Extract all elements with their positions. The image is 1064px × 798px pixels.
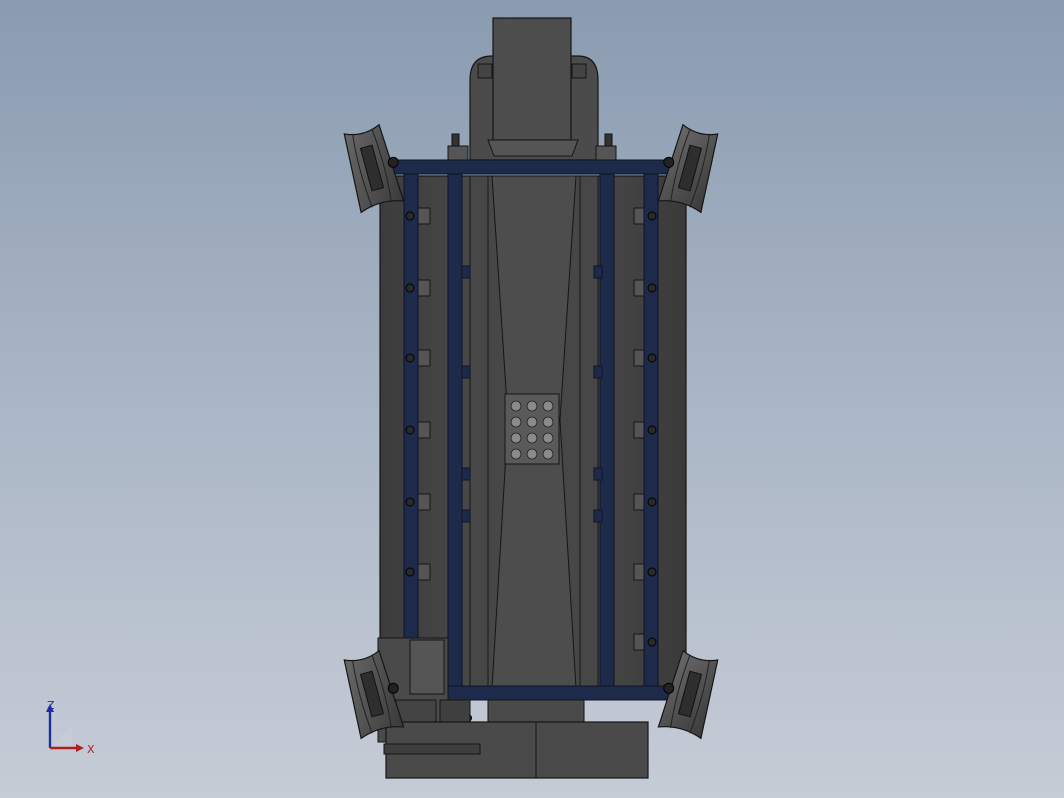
frame-clip [461, 467, 471, 481]
perforation-hole [526, 448, 538, 460]
perforation-hole [526, 416, 538, 428]
perforation-hole [510, 448, 522, 460]
bolt [647, 353, 657, 363]
bolt [405, 353, 415, 363]
bolt [405, 567, 415, 577]
perforation-hole [542, 416, 554, 428]
perforation-hole [526, 400, 538, 412]
perforation-hole [526, 432, 538, 444]
frame-clip [593, 365, 603, 379]
cad-model-view[interactable] [0, 0, 1064, 798]
axis-triad: Z X [46, 699, 95, 756]
frame-clip [593, 467, 603, 481]
bolt [647, 425, 657, 435]
bolt [647, 497, 657, 507]
bolt [405, 211, 415, 221]
frame-clip [461, 509, 471, 523]
perforation-hole [542, 432, 554, 444]
perforation-hole [510, 432, 522, 444]
perforation-hole [542, 400, 554, 412]
perforation-hole [542, 448, 554, 460]
bolt [405, 425, 415, 435]
bolt [405, 283, 415, 293]
bolt [405, 497, 415, 507]
bolt [647, 283, 657, 293]
bolt [647, 567, 657, 577]
bolt [647, 211, 657, 221]
frame-clip [461, 365, 471, 379]
x-axis-label: X [87, 743, 95, 756]
top-hopper [447, 17, 617, 161]
bolt [647, 637, 657, 647]
frame-clip [461, 265, 471, 279]
frame-clip [593, 265, 603, 279]
perforation-hole [510, 416, 522, 428]
cad-viewport[interactable]: Z X [0, 0, 1064, 798]
z-axis-label: Z [47, 699, 55, 712]
frame-clip [593, 509, 603, 523]
perforation-hole [510, 400, 522, 412]
